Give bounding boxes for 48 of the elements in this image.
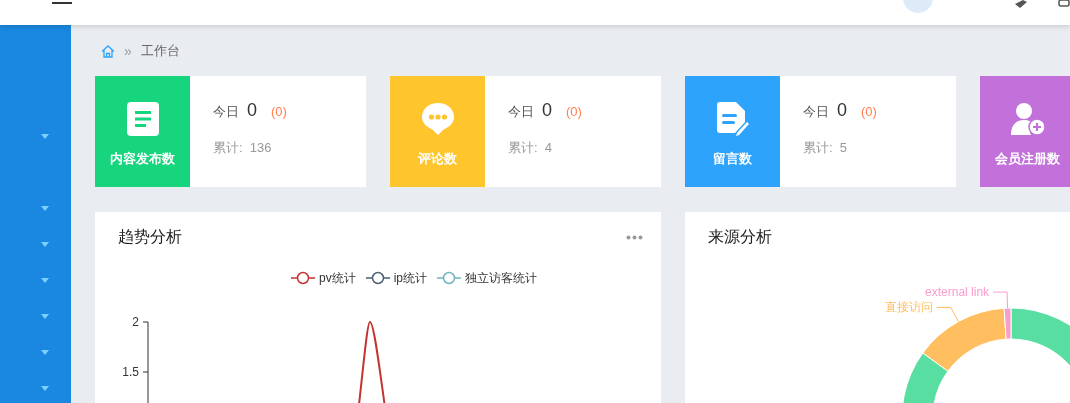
leader-line <box>992 291 1009 309</box>
legend-marker-icon[interactable] <box>365 271 390 285</box>
today-count: 0 <box>247 100 257 121</box>
y-tick-label: 2 <box>132 315 139 329</box>
today-label: 今日 <box>803 103 829 121</box>
breadcrumb-separator: » <box>124 43 132 59</box>
toolbar-icon[interactable] <box>1014 0 1028 8</box>
total-count: 累计: 5 <box>803 139 849 157</box>
document-icon <box>126 101 159 136</box>
legend-label[interactable]: ip统计 <box>393 269 428 287</box>
stat-label: 内容发布数 <box>110 149 175 168</box>
stat-label: 评论数 <box>418 149 457 168</box>
caret-icon[interactable] <box>41 277 49 283</box>
home-icon[interactable] <box>101 44 115 58</box>
leader-line <box>936 306 959 322</box>
today-label: 今日 <box>508 103 534 121</box>
panel-title: 趋势分析 <box>118 226 182 247</box>
stat-label: 会员注册数 <box>995 149 1060 168</box>
y-tick-label: 1.5 <box>122 365 139 379</box>
slice-label: 直接访问 <box>884 300 933 315</box>
caret-icon[interactable] <box>41 205 49 211</box>
today-count: 0 <box>542 100 552 121</box>
total-count: 累计: 136 <box>213 139 273 157</box>
today-change: (0) <box>271 104 287 119</box>
add-user-icon <box>1010 101 1045 136</box>
caret-icon[interactable] <box>41 385 49 391</box>
today-change: (0) <box>566 104 582 119</box>
today-change: (0) <box>861 104 877 119</box>
toolbar-icon[interactable] <box>1058 0 1070 8</box>
chat-bubble-icon <box>420 101 455 136</box>
caret-icon[interactable] <box>41 133 49 139</box>
today-count: 0 <box>837 100 847 121</box>
legend-label[interactable]: 独立访客统计 <box>465 269 538 287</box>
legend-marker-icon[interactable] <box>437 271 462 285</box>
more-icon[interactable] <box>626 234 643 240</box>
caret-icon[interactable] <box>41 241 49 247</box>
breadcrumb-item[interactable]: 工作台 <box>140 42 180 60</box>
slice-label: external link <box>925 285 990 300</box>
legend-label[interactable]: pv统计 <box>319 269 356 287</box>
legend-marker-icon[interactable] <box>291 271 315 285</box>
panel-title: 来源分析 <box>708 226 772 247</box>
stat-label: 留言数 <box>713 149 752 168</box>
avatar-icon[interactable] <box>902 0 934 14</box>
total-count: 累计: 4 <box>508 139 554 157</box>
caret-icon[interactable] <box>41 313 49 319</box>
document-pencil-icon <box>716 101 749 136</box>
caret-icon[interactable] <box>41 349 49 355</box>
today-label: 今日 <box>213 103 239 121</box>
